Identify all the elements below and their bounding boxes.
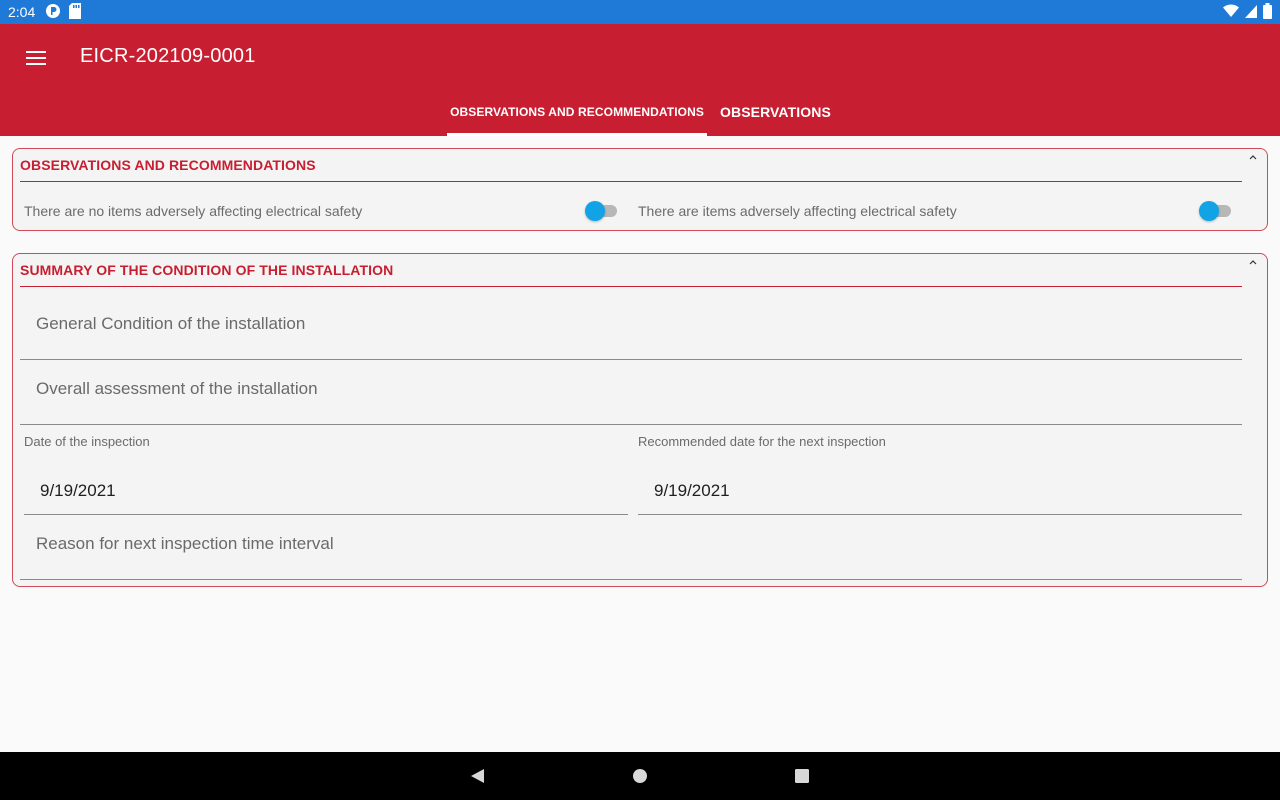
app-bar: EICR-202109-0001 OBSERVATIONS AND RECOMM… [0,24,1280,136]
reason-interval-placeholder: Reason for next inspection time interval [36,534,334,553]
tab-observations[interactable]: OBSERVATIONS [707,88,844,136]
recents-icon[interactable] [792,766,812,786]
toggle-items-switch[interactable] [1199,201,1233,221]
sd-card-icon [69,2,82,22]
toggle-no-items-switch[interactable] [585,201,619,221]
overall-assessment-field[interactable]: Overall assessment of the installation [20,365,1242,425]
status-bar: 2:04 [0,0,1280,24]
system-nav-bar [0,752,1280,800]
next-inspection-date-field[interactable]: 9/19/2021 [638,467,1242,515]
summary-card-header[interactable]: SUMMARY OF THE CONDITION OF THE INSTALLA… [20,254,1242,287]
inspection-date-field[interactable]: 9/19/2021 [24,467,628,515]
podcast-icon [45,3,61,22]
summary-card-title: SUMMARY OF THE CONDITION OF THE INSTALLA… [20,262,394,278]
tab-bar: OBSERVATIONS AND RECOMMENDATIONS OBSERVA… [447,88,844,136]
signal-icon [1245,4,1257,21]
next-inspection-label: Recommended date for the next inspection [638,434,886,449]
switch-thumb [585,201,605,221]
chevron-up-icon[interactable] [1249,154,1257,160]
toggle-row-items: There are items adversely affecting elec… [638,197,1198,225]
hamburger-menu-icon[interactable] [20,42,52,74]
inspection-date-value: 9/19/2021 [40,481,116,500]
main-content: OBSERVATIONS AND RECOMMENDATIONS There a… [0,136,1280,752]
overall-assessment-placeholder: Overall assessment of the installation [36,379,318,398]
page-title: EICR-202109-0001 [80,45,256,67]
status-time: 2:04 [8,4,36,20]
reason-interval-field[interactable]: Reason for next inspection time interval [20,520,1242,580]
tab-observations-and-recommendations[interactable]: OBSERVATIONS AND RECOMMENDATIONS [447,88,707,136]
next-inspection-date-value: 9/19/2021 [654,481,730,500]
back-icon[interactable] [467,766,487,786]
battery-icon [1263,2,1272,22]
general-condition-field[interactable]: General Condition of the installation [20,300,1242,360]
general-condition-placeholder: General Condition of the installation [36,314,306,333]
observations-card: OBSERVATIONS AND RECOMMENDATIONS There a… [12,148,1268,231]
observations-card-header[interactable]: OBSERVATIONS AND RECOMMENDATIONS [20,149,1242,182]
switch-thumb [1199,201,1219,221]
toggle-no-items-label: There are no items adversely affecting e… [24,203,363,219]
inspection-date-label: Date of the inspection [24,434,150,449]
observations-card-title: OBSERVATIONS AND RECOMMENDATIONS [20,157,316,173]
toggle-items-label: There are items adversely affecting elec… [638,203,957,219]
toggle-row-no-items: There are no items adversely affecting e… [24,197,624,225]
wifi-icon [1223,3,1239,21]
chevron-up-icon[interactable] [1249,259,1257,265]
summary-card: SUMMARY OF THE CONDITION OF THE INSTALLA… [12,253,1268,587]
home-icon[interactable] [630,766,650,786]
